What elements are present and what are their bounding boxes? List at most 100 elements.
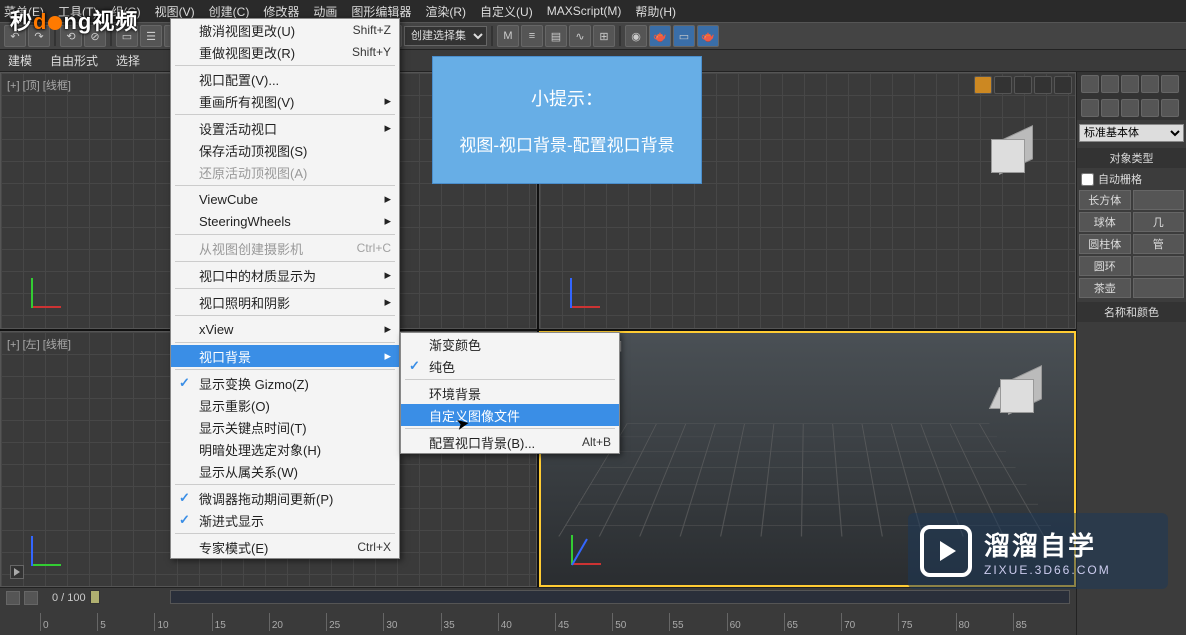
- modify-tab-icon[interactable]: [1101, 75, 1119, 93]
- tab-modeling[interactable]: 建模: [8, 52, 32, 69]
- menu-maxscript[interactable]: MAXScript(M): [547, 4, 622, 18]
- menu-view[interactable]: 视图(V): [155, 3, 195, 20]
- torus-button[interactable]: 圆环: [1079, 256, 1131, 276]
- shade-tool3[interactable]: [1014, 76, 1032, 94]
- render-setup-button[interactable]: 🫖: [649, 25, 671, 47]
- primitive-type-dropdown[interactable]: 标准基本体: [1079, 124, 1184, 142]
- submenu-item[interactable]: 环境背景: [401, 382, 619, 404]
- menu-render[interactable]: 渲染(R): [425, 3, 466, 20]
- cylinder-button[interactable]: 圆柱体: [1079, 234, 1131, 254]
- menu-item[interactable]: 视口配置(V)...: [171, 68, 399, 90]
- menu-item[interactable]: 设置活动视口▸: [171, 117, 399, 139]
- align-button[interactable]: ≡: [521, 25, 543, 47]
- menu-item[interactable]: 视口中的材质显示为▸: [171, 264, 399, 286]
- time-ruler[interactable]: 0510152025303540455055606570758085: [40, 613, 1070, 631]
- lights-icon[interactable]: [1121, 99, 1139, 117]
- render-button[interactable]: 🫖: [697, 25, 719, 47]
- viewcube-persp-icon[interactable]: [994, 373, 1044, 423]
- timeline-config-button[interactable]: [6, 591, 20, 605]
- select-name-button[interactable]: ☰: [140, 25, 162, 47]
- autogrid-checkbox[interactable]: 自动栅格: [1077, 170, 1186, 188]
- helpers-icon[interactable]: [1161, 99, 1179, 117]
- tube2-button[interactable]: 管: [1133, 234, 1185, 254]
- tick: 10: [154, 613, 211, 631]
- menu-modifiers[interactable]: 修改器: [263, 3, 299, 20]
- play-button[interactable]: [10, 565, 24, 579]
- menu-create[interactable]: 创建(C): [209, 3, 250, 20]
- menu-item[interactable]: 重画所有视图(V)▸: [171, 90, 399, 112]
- pyramid-button[interactable]: [1133, 256, 1185, 276]
- menu-item[interactable]: 保存活动顶视图(S): [171, 139, 399, 161]
- menu-item[interactable]: 显示关键点时间(T): [171, 416, 399, 438]
- timeline-config2-button[interactable]: [24, 591, 38, 605]
- create-tab-icon[interactable]: [1081, 75, 1099, 93]
- viewport-background-submenu: 渐变颜色✓纯色环境背景自定义图像文件配置视口背景(B)...Alt+B: [400, 332, 620, 454]
- tick: 70: [841, 613, 898, 631]
- tick: 20: [269, 613, 326, 631]
- menu-item[interactable]: ViewCube▸: [171, 188, 399, 210]
- tab-select[interactable]: 选择: [116, 52, 140, 69]
- object-type-rollout[interactable]: 对象类型: [1077, 148, 1186, 168]
- motion-tab-icon[interactable]: [1141, 75, 1159, 93]
- display-tab-icon[interactable]: [1161, 75, 1179, 93]
- submenu-item[interactable]: 自定义图像文件: [401, 404, 619, 426]
- menu-item[interactable]: 视口照明和阴影▸: [171, 291, 399, 313]
- viewport-top-label: [+] [顶] [线框]: [7, 77, 71, 93]
- selection-set-dropdown[interactable]: 创建选择集: [404, 26, 487, 46]
- menu-item[interactable]: SteeringWheels▸: [171, 210, 399, 232]
- menu-item[interactable]: ✓微调器拖动期间更新(P): [171, 487, 399, 509]
- plane-button[interactable]: [1133, 278, 1185, 298]
- menu-item[interactable]: xView▸: [171, 318, 399, 340]
- menu-item[interactable]: 重做视图更改(R)Shift+Y: [171, 41, 399, 63]
- logo-part1: 秒: [10, 9, 33, 34]
- menu-item[interactable]: 还原活动顶视图(A): [171, 161, 399, 183]
- time-slider[interactable]: [170, 590, 1070, 604]
- tick: 25: [326, 613, 383, 631]
- tick: 15: [212, 613, 269, 631]
- menu-item[interactable]: 从视图创建摄影机Ctrl+C: [171, 237, 399, 259]
- menu-graph[interactable]: 图形编辑器: [351, 3, 411, 20]
- geo-button[interactable]: 几: [1133, 212, 1185, 232]
- mirror-button[interactable]: M: [497, 25, 519, 47]
- time-marker[interactable]: [90, 590, 100, 604]
- menu-item[interactable]: 撤消视图更改(U)Shift+Z: [171, 19, 399, 41]
- submenu-item[interactable]: ✓纯色: [401, 355, 619, 377]
- menu-item[interactable]: 显示从属关系(W): [171, 460, 399, 482]
- shade-tool2[interactable]: [994, 76, 1012, 94]
- menu-item[interactable]: ✓渐进式显示: [171, 509, 399, 531]
- material-editor-button[interactable]: ◉: [625, 25, 647, 47]
- menu-custom[interactable]: 自定义(U): [480, 3, 533, 20]
- sphere-button[interactable]: 球体: [1079, 212, 1131, 232]
- watermark-text1: 溜溜自学: [984, 526, 1111, 563]
- hierarchy-tab-icon[interactable]: [1121, 75, 1139, 93]
- watermark-text2: ZIXUE.3D66.COM: [984, 563, 1111, 577]
- shapes-icon[interactable]: [1101, 99, 1119, 117]
- tab-freeform[interactable]: 自由形式: [50, 52, 98, 69]
- menu-help[interactable]: 帮助(H): [635, 3, 676, 20]
- submenu-item[interactable]: 配置视口背景(B)...Alt+B: [401, 431, 619, 453]
- curve-editor-button[interactable]: ∿: [569, 25, 591, 47]
- render-frame-button[interactable]: ▭: [673, 25, 695, 47]
- box-button[interactable]: 长方体: [1079, 190, 1131, 210]
- name-color-rollout[interactable]: 名称和颜色: [1077, 302, 1186, 322]
- submenu-item[interactable]: 渐变颜色: [401, 333, 619, 355]
- layers-button[interactable]: ▤: [545, 25, 567, 47]
- menu-item[interactable]: ✓显示变换 Gizmo(Z): [171, 372, 399, 394]
- shade-tool5[interactable]: [1054, 76, 1072, 94]
- menu-item[interactable]: 专家模式(E)Ctrl+X: [171, 536, 399, 558]
- shade-tool4[interactable]: [1034, 76, 1052, 94]
- menu-item[interactable]: 显示重影(O): [171, 394, 399, 416]
- teapot-button[interactable]: 茶壶: [1079, 278, 1131, 298]
- shade-sun-icon[interactable]: [974, 76, 992, 94]
- tick: 65: [784, 613, 841, 631]
- menu-item[interactable]: 明暗处理选定对象(H): [171, 438, 399, 460]
- schematic-button[interactable]: ⊞: [593, 25, 615, 47]
- tick: 60: [727, 613, 784, 631]
- cone-button[interactable]: [1133, 190, 1185, 210]
- geometry-icon[interactable]: [1081, 99, 1099, 117]
- menu-animation[interactable]: 动画: [313, 3, 337, 20]
- viewcube-icon[interactable]: [985, 133, 1035, 183]
- menu-item[interactable]: 视口背景▸: [171, 345, 399, 367]
- cameras-icon[interactable]: [1141, 99, 1159, 117]
- logo-part4: 视频: [92, 9, 138, 34]
